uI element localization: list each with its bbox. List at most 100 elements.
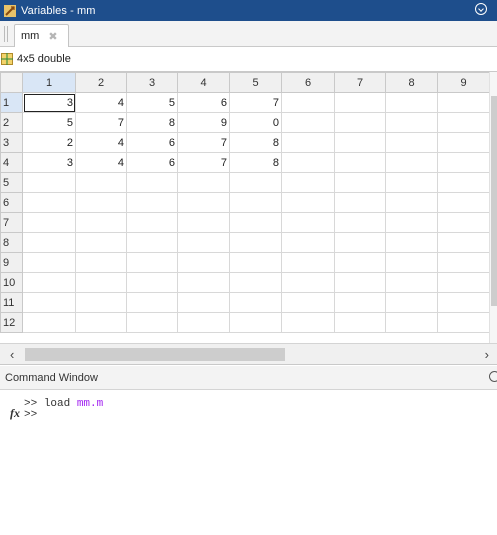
table-cell[interactable] — [281, 172, 335, 193]
table-cell[interactable]: 7 — [229, 92, 282, 113]
table-cell[interactable] — [281, 192, 335, 213]
table-cell[interactable] — [385, 252, 438, 273]
vertical-scrollbar[interactable] — [489, 72, 497, 344]
row-header-2[interactable]: 2 — [0, 112, 23, 133]
function-browser-icon[interactable]: fx — [10, 406, 20, 421]
window-actions-icon[interactable] — [475, 3, 487, 15]
table-cell[interactable] — [22, 192, 76, 213]
table-cell[interactable] — [177, 192, 230, 213]
table-cell[interactable] — [437, 272, 490, 293]
scroll-right-icon[interactable]: › — [485, 347, 489, 362]
command-window-body[interactable]: >> load mm.m fx >> — [0, 391, 497, 535]
table-cell[interactable] — [229, 232, 282, 253]
table-cell[interactable]: 3 — [22, 92, 76, 113]
column-header-6[interactable]: 6 — [281, 72, 335, 93]
table-cell[interactable] — [334, 152, 386, 173]
table-cell[interactable] — [334, 272, 386, 293]
table-cell[interactable] — [75, 192, 127, 213]
table-cell[interactable] — [126, 212, 178, 233]
close-tab-icon[interactable]: ✖ — [48, 30, 57, 43]
table-cell[interactable] — [126, 232, 178, 253]
table-cell[interactable] — [334, 212, 386, 233]
table-cell[interactable]: 4 — [75, 92, 127, 113]
row-header-8[interactable]: 8 — [0, 232, 23, 253]
table-cell[interactable] — [281, 292, 335, 313]
table-cell[interactable] — [437, 312, 490, 333]
table-cell[interactable] — [281, 92, 335, 113]
table-cell[interactable] — [437, 212, 490, 233]
table-cell[interactable]: 2 — [22, 132, 76, 153]
table-cell[interactable]: 8 — [229, 152, 282, 173]
table-cell[interactable] — [334, 292, 386, 313]
horizontal-scrollbar[interactable]: ‹ › — [0, 343, 497, 365]
table-cell[interactable] — [75, 252, 127, 273]
table-cell[interactable] — [281, 272, 335, 293]
table-cell[interactable] — [437, 172, 490, 193]
table-cell[interactable]: 7 — [177, 132, 230, 153]
table-cell[interactable] — [281, 232, 335, 253]
row-header-5[interactable]: 5 — [0, 172, 23, 193]
table-cell[interactable] — [385, 272, 438, 293]
table-cell[interactable] — [385, 312, 438, 333]
table-cell[interactable] — [75, 312, 127, 333]
table-cell[interactable]: 3 — [22, 152, 76, 173]
row-header-6[interactable]: 6 — [0, 192, 23, 213]
table-cell[interactable] — [281, 112, 335, 133]
table-cell[interactable] — [177, 252, 230, 273]
table-cell[interactable]: 5 — [126, 92, 178, 113]
table-cell[interactable] — [334, 252, 386, 273]
table-cell[interactable] — [385, 112, 438, 133]
table-cell[interactable] — [437, 92, 490, 113]
table-cell[interactable] — [229, 312, 282, 333]
row-header-3[interactable]: 3 — [0, 132, 23, 153]
column-header-3[interactable]: 3 — [126, 72, 178, 93]
table-cell[interactable] — [437, 192, 490, 213]
table-cell[interactable] — [334, 172, 386, 193]
table-cell[interactable] — [177, 272, 230, 293]
table-cell[interactable] — [334, 112, 386, 133]
table-cell[interactable] — [229, 272, 282, 293]
table-cell[interactable] — [437, 292, 490, 313]
column-header-2[interactable]: 2 — [75, 72, 127, 93]
table-cell[interactable] — [334, 132, 386, 153]
table-cell[interactable] — [126, 192, 178, 213]
column-header-8[interactable]: 8 — [385, 72, 438, 93]
table-cell[interactable] — [229, 172, 282, 193]
column-header-4[interactable]: 4 — [177, 72, 230, 93]
table-cell[interactable]: 0 — [229, 112, 282, 133]
table-cell[interactable] — [334, 312, 386, 333]
table-cell[interactable] — [22, 172, 76, 193]
table-cell[interactable] — [229, 192, 282, 213]
command-prompt-line[interactable]: >> — [24, 409, 37, 421]
table-cell[interactable] — [281, 132, 335, 153]
table-cell[interactable] — [229, 292, 282, 313]
table-cell[interactable] — [437, 232, 490, 253]
corner-cell[interactable] — [0, 72, 23, 93]
table-cell[interactable] — [437, 112, 490, 133]
table-cell[interactable] — [177, 212, 230, 233]
row-header-10[interactable]: 10 — [0, 272, 23, 293]
table-cell[interactable] — [126, 312, 178, 333]
row-header-9[interactable]: 9 — [0, 252, 23, 273]
table-cell[interactable] — [126, 172, 178, 193]
table-cell[interactable] — [385, 292, 438, 313]
table-cell[interactable] — [75, 272, 127, 293]
row-header-11[interactable]: 11 — [0, 292, 23, 313]
table-cell[interactable] — [75, 172, 127, 193]
table-cell[interactable] — [75, 292, 127, 313]
table-cell[interactable] — [22, 312, 76, 333]
table-cell[interactable] — [334, 232, 386, 253]
row-header-4[interactable]: 4 — [0, 152, 23, 173]
table-cell[interactable] — [385, 212, 438, 233]
row-header-7[interactable]: 7 — [0, 212, 23, 233]
table-cell[interactable] — [281, 152, 335, 173]
table-cell[interactable]: 6 — [126, 132, 178, 153]
table-cell[interactable] — [22, 212, 76, 233]
table-cell[interactable] — [385, 192, 438, 213]
table-cell[interactable] — [334, 192, 386, 213]
table-cell[interactable] — [385, 232, 438, 253]
table-cell[interactable] — [229, 212, 282, 233]
vertical-scroll-thumb[interactable] — [491, 96, 497, 306]
table-cell[interactable] — [385, 172, 438, 193]
scroll-left-icon[interactable]: ‹ — [10, 347, 14, 362]
